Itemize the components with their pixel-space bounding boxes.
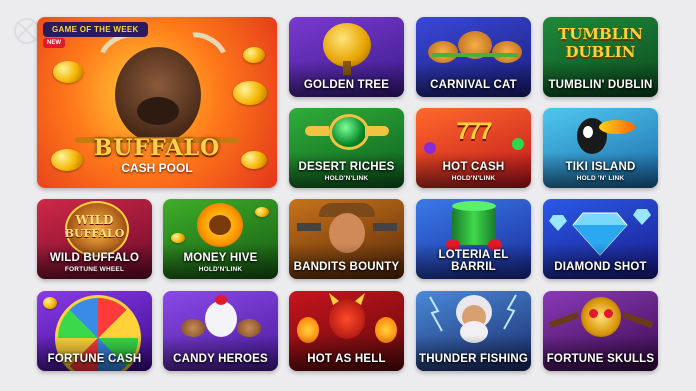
game-tile-money-hive[interactable]: MONEY HIVE HOLD'N'LINK — [163, 199, 278, 279]
toucan-face-icon — [583, 126, 593, 138]
game-title: WILD BUFFALO — [49, 252, 140, 264]
game-tile-hot-cash[interactable]: 777 HOT CASH HOLD'N'LINK — [416, 108, 531, 188]
games-grid: GAME OF THE WEEK NEW BUFFALO CASH POOL G… — [0, 0, 696, 391]
game-subtitle: HOLD'N'LINK — [324, 175, 369, 182]
coin-icon — [171, 233, 185, 243]
game-tile-loteria-el-barril[interactable]: LOTERIA EL BARRIL — [416, 199, 531, 279]
skull-icon — [581, 297, 621, 337]
tumblin-logo-line1: TUMBLIN — [558, 25, 643, 43]
barrel-icon — [452, 205, 496, 245]
tumblin-logo-line2: DUBLIN — [565, 43, 636, 61]
coin-icon — [255, 207, 269, 217]
burger-icon — [492, 41, 522, 63]
game-title: HOT AS HELL — [307, 353, 386, 365]
game-title: FORTUNE CASH — [47, 353, 142, 365]
game-tile-wild-buffalo[interactable]: WILD BUFFALO WILD BUFFALO FORTUNE WHEEL — [37, 199, 152, 279]
pistol-left-icon — [297, 223, 321, 231]
game-title: MONEY HIVE — [183, 252, 258, 264]
game-tile-fortune-skulls[interactable]: FORTUNE SKULLS — [543, 291, 658, 371]
coin-icon — [243, 47, 265, 63]
coin-icon — [53, 61, 83, 83]
toucan-beak-icon — [599, 120, 635, 134]
game-tile-tiki-island[interactable]: TIKI ISLAND HOLD 'N' LINK — [543, 108, 658, 188]
game-title: LOTERIA EL BARRIL — [438, 249, 509, 273]
lettuce-icon — [432, 53, 518, 57]
featured-title: BUFFALO — [93, 135, 221, 161]
game-tile-bandits-bounty[interactable]: BANDITS BOUNTY — [289, 199, 404, 279]
game-tile-thunder-fishing[interactable]: THUNDER FISHING — [416, 291, 531, 371]
game-title: CARNIVAL CAT — [430, 79, 517, 91]
featured-subtitle: CASH POOL — [121, 161, 193, 175]
game-tile-golden-tree[interactable]: GOLDEN TREE — [289, 17, 404, 97]
game-title: HOT CASH — [442, 161, 505, 173]
new-badge: NEW — [43, 38, 65, 48]
game-title: THUNDER FISHING — [418, 353, 529, 365]
scarab-gem-icon — [329, 114, 369, 150]
game-title: GOLDEN TREE — [303, 79, 390, 91]
coin-icon — [233, 81, 267, 105]
game-tile-candy-heroes[interactable]: CANDY HEROES — [163, 291, 278, 371]
game-subtitle: HOLD'N'LINK — [198, 266, 243, 273]
game-subtitle: FORTUNE WHEEL — [64, 266, 125, 273]
game-tile-fortune-cash[interactable]: FORTUNE CASH — [37, 291, 152, 371]
ball-icon — [512, 138, 524, 150]
hat-pompom-icon — [215, 295, 227, 305]
pistol-right-icon — [373, 223, 397, 231]
rifle-icon — [548, 312, 580, 328]
game-tile-buffalo-cash-pool[interactable]: GAME OF THE WEEK NEW BUFFALO CASH POOL — [37, 17, 277, 188]
game-title: BANDITS BOUNTY — [293, 261, 400, 273]
buffalo-logo: BUFFALO — [64, 227, 125, 240]
buffalo-snout-icon — [137, 97, 179, 125]
coin-icon — [43, 297, 57, 309]
game-title: TUMBLIN' DUBLIN — [548, 79, 653, 91]
game-title: CANDY HEROES — [173, 353, 268, 365]
game-title: FORTUNE SKULLS — [546, 353, 655, 365]
skull-eye-icon — [589, 309, 598, 318]
snowman-icon — [205, 301, 237, 337]
game-subtitle: HOLD'N'LINK — [451, 175, 496, 182]
skull-eye-icon — [604, 309, 613, 318]
game-subtitle: HOLD 'N' LINK — [576, 175, 625, 182]
game-tile-diamond-shot[interactable]: DIAMOND SHOT — [543, 199, 658, 279]
rifle-icon — [622, 312, 654, 328]
barrel-top-icon — [452, 201, 496, 211]
game-tile-desert-riches[interactable]: DESERT RICHES HOLD'N'LINK — [289, 108, 404, 188]
game-tile-tumblin-dublin[interactable]: TUMBLIN DUBLIN TUMBLIN' DUBLIN — [543, 17, 658, 97]
sunflower-center-icon — [209, 215, 231, 235]
game-of-the-week-badge: GAME OF THE WEEK — [43, 22, 148, 37]
game-title: DIAMOND SHOT — [554, 261, 647, 273]
game-title: TIKI ISLAND — [565, 161, 636, 173]
wild-logo: WILD — [75, 213, 114, 227]
wing-left-icon — [305, 126, 329, 136]
game-title: DESERT RICHES — [298, 161, 395, 173]
devil-horns-icon — [329, 293, 365, 305]
wing-right-icon — [365, 126, 389, 136]
game-tile-carnival-cat[interactable]: CARNIVAL CAT — [416, 17, 531, 97]
burger-icon — [428, 41, 458, 63]
game-tile-hot-as-hell[interactable]: HOT AS HELL — [289, 291, 404, 371]
